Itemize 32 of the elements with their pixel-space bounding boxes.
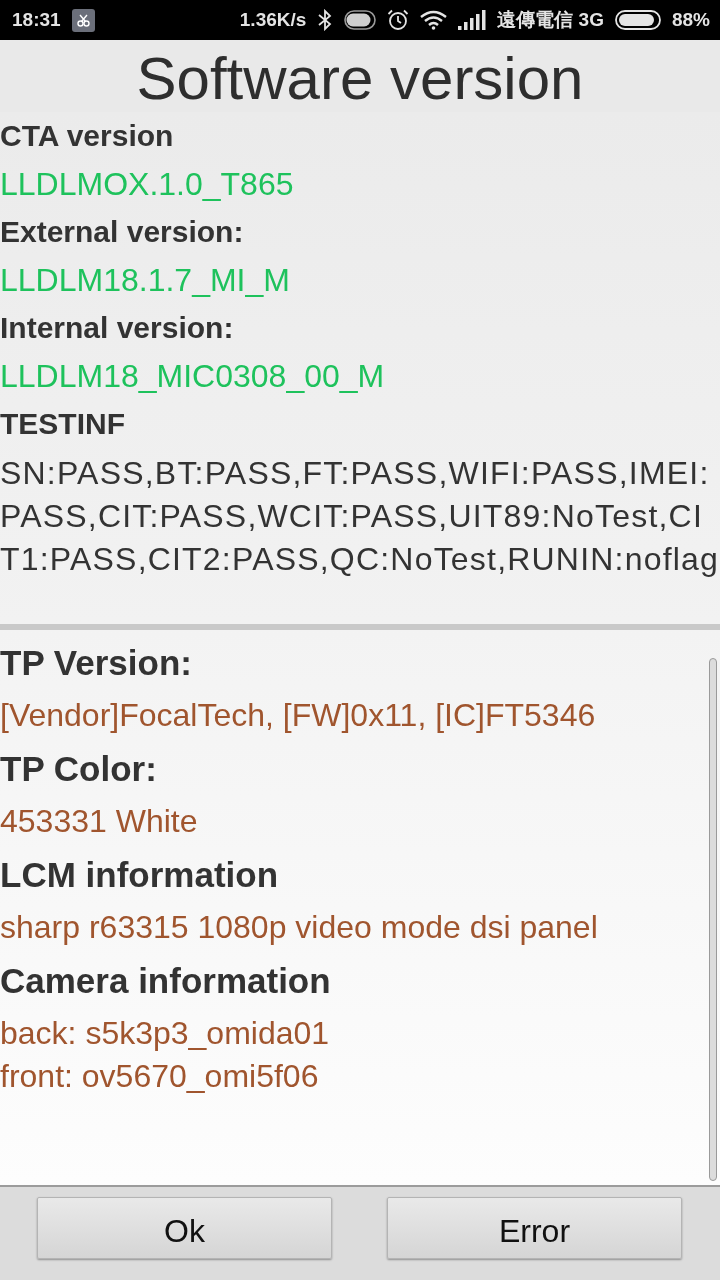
toggle-icon bbox=[344, 10, 377, 30]
alarm-clock-icon bbox=[387, 9, 410, 31]
info-value: LLDLM18_MIC0308_00_M bbox=[0, 357, 386, 396]
signal-icon bbox=[458, 10, 487, 30]
scissors-icon bbox=[71, 8, 95, 32]
info-label: CTA version bbox=[0, 118, 175, 154]
scrollbar[interactable] bbox=[709, 658, 717, 1181]
info-value: [Vendor]FocalTech, [FW]0x11, [IC]FT5346 bbox=[0, 696, 596, 735]
action-button[interactable]: Ok bbox=[37, 1197, 332, 1259]
info-value: LLDLMOX.1.0_T865 bbox=[0, 165, 295, 204]
info-value: sharp r63315 1080p video mode dsi panel bbox=[0, 908, 598, 947]
clock-time: 18:31 bbox=[12, 9, 61, 31]
info-label: External version: bbox=[0, 214, 245, 250]
battery-icon bbox=[614, 10, 661, 30]
info-value: back: s5k3p3_omida01 bbox=[0, 1014, 330, 1053]
info-label: TP Color: bbox=[0, 748, 158, 790]
carrier-name: 遠傳電信 3G bbox=[497, 8, 604, 32]
info-value: SN:PASS,BT:PASS,FT:PASS,WIFI:PASS,IMEI:PASS,CIT:PASS,WCIT:PASS,UIT89:NoTest,CIT1:PASS,CIT2:PASS,QC:NoTest,RUNIN:noflag bbox=[0, 454, 720, 579]
network-speed: 1.36K/s bbox=[239, 9, 307, 31]
info-label: TP Version: bbox=[0, 642, 193, 684]
info-value: LLDLM18.1.7_MI_M bbox=[0, 261, 291, 300]
info-value: front: ov5670_omi5f06 bbox=[0, 1057, 319, 1096]
info-label: Internal version: bbox=[0, 310, 235, 346]
info-value: 453331 White bbox=[0, 802, 198, 841]
info-label: TESTINF bbox=[0, 406, 126, 442]
wifi-icon bbox=[420, 10, 448, 30]
battery-percent: 88% bbox=[671, 9, 710, 31]
page-title: Software version bbox=[136, 44, 584, 112]
action-button[interactable]: Error bbox=[387, 1197, 682, 1259]
bluetooth-icon bbox=[317, 9, 334, 31]
info-label: LCM information bbox=[0, 854, 280, 896]
info-label: Camera information bbox=[0, 960, 332, 1002]
